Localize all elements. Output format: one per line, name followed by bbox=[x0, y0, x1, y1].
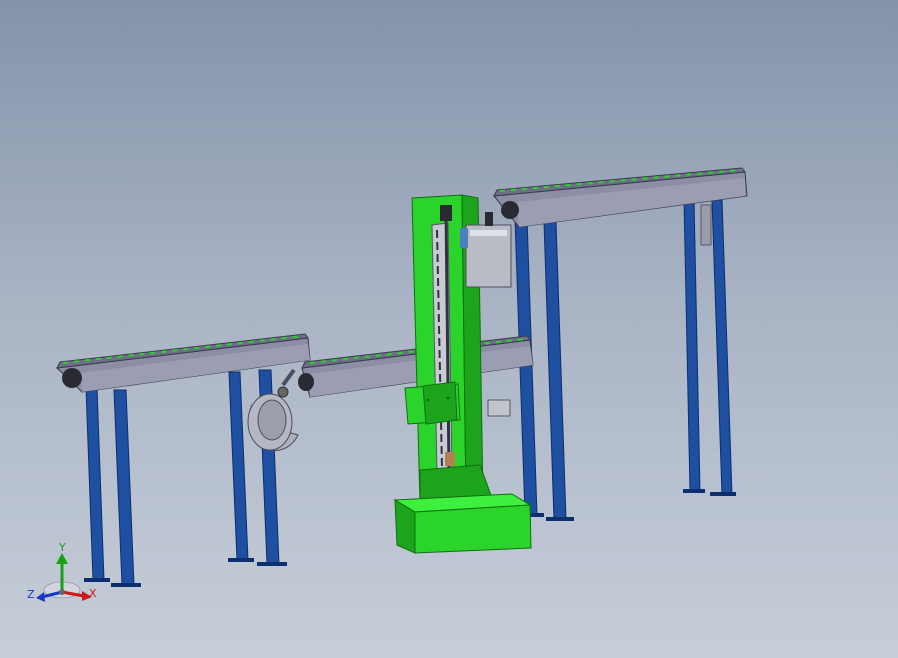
coordinate-triad: Y X Z bbox=[27, 541, 97, 602]
machine-base bbox=[393, 493, 532, 554]
x-axis-label: X bbox=[89, 587, 97, 600]
left-conveyor bbox=[55, 333, 311, 393]
y-axis-arrow bbox=[56, 553, 68, 564]
right-conveyor-legs bbox=[514, 199, 736, 521]
drive-wheel bbox=[247, 368, 299, 451]
cad-viewport[interactable]: Y X Z bbox=[0, 0, 898, 658]
assembly-model[interactable]: Y X Z bbox=[0, 0, 898, 658]
y-axis-label: Y bbox=[58, 541, 66, 554]
z-axis-arrow bbox=[36, 592, 45, 602]
z-axis-label: Z bbox=[27, 588, 35, 601]
